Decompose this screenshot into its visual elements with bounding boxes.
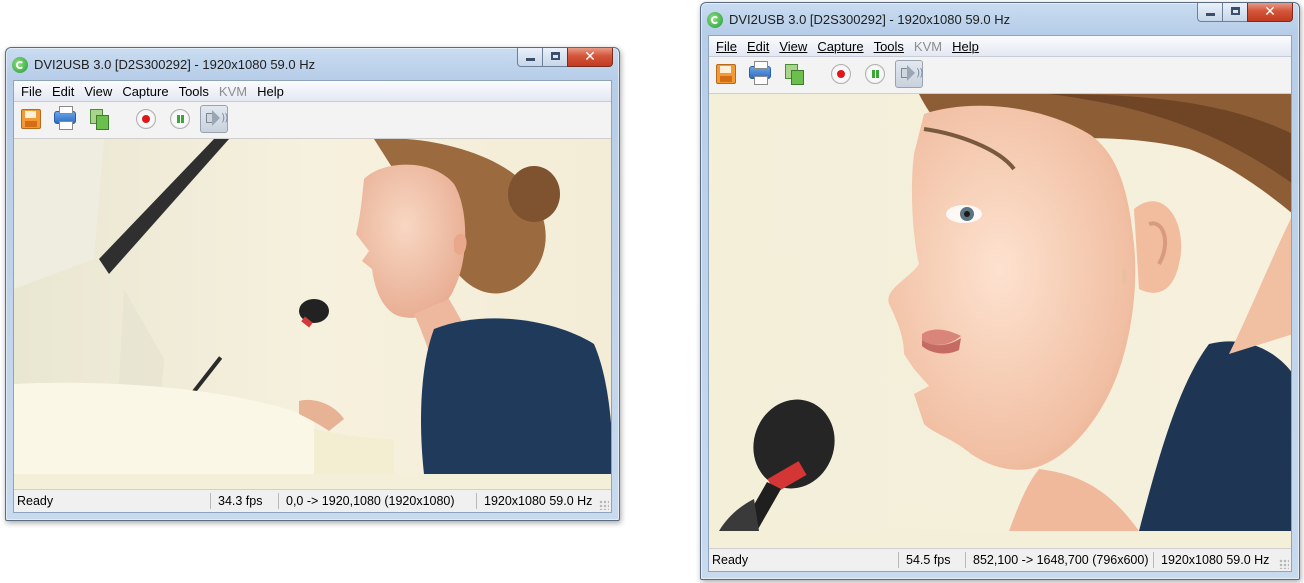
menu-bar: File Edit View Capture Tools KVM Help	[709, 36, 1291, 57]
minimize-icon	[526, 58, 535, 61]
status-text: Ready	[712, 553, 749, 567]
record-icon	[831, 64, 851, 84]
menu-kvm: KVM	[913, 38, 943, 54]
menu-tools[interactable]: Tools	[869, 39, 909, 54]
fps-readout: 34.3 fps	[210, 493, 278, 509]
maximize-icon	[1231, 7, 1240, 15]
print-icon	[54, 106, 76, 130]
window-title: DVI2USB 3.0 [D2S300292] - 1920x1080 59.0…	[34, 57, 316, 72]
captured-video-frame	[14, 139, 611, 474]
copy-button[interactable]	[780, 60, 808, 88]
print-icon	[749, 61, 771, 85]
print-button[interactable]	[746, 60, 774, 88]
resize-grip[interactable]	[1279, 559, 1289, 569]
resize-grip[interactable]	[599, 500, 609, 510]
close-button[interactable]: ✕	[1247, 3, 1293, 22]
menu-capture[interactable]: Capture	[117, 84, 173, 99]
maximize-button[interactable]	[542, 48, 568, 67]
maximize-button[interactable]	[1222, 3, 1248, 22]
menu-file[interactable]: File	[16, 84, 47, 99]
copy-icon	[785, 64, 804, 85]
status-bar: Ready 54.5 fps 852,100 -> 1648,700 (796x…	[709, 548, 1291, 571]
close-icon: ✕	[584, 49, 596, 65]
menu-help[interactable]: Help	[947, 39, 984, 54]
app-icon[interactable]	[707, 12, 723, 28]
record-button[interactable]	[827, 60, 855, 88]
minimize-icon	[1206, 13, 1215, 16]
save-icon	[716, 64, 736, 84]
menu-capture[interactable]: Capture	[812, 39, 868, 54]
app-icon[interactable]	[12, 57, 28, 73]
pause-button[interactable]	[166, 105, 194, 133]
capture-window-cropped: DVI2USB 3.0 [D2S300292] - 1920x1080 59.0…	[700, 2, 1300, 580]
status-bar: Ready 34.3 fps 0,0 -> 1920,1080 (1920x10…	[14, 489, 611, 512]
menu-tools[interactable]: Tools	[174, 84, 214, 99]
pause-icon	[170, 109, 190, 129]
audio-toggle-button[interactable]	[895, 60, 923, 88]
menu-view[interactable]: View	[774, 39, 812, 54]
title-bar[interactable]: DVI2USB 3.0 [D2S300292] - 1920x1080 59.0…	[707, 3, 1293, 35]
print-button[interactable]	[51, 105, 79, 133]
copy-icon	[90, 109, 109, 130]
pause-button[interactable]	[861, 60, 889, 88]
record-button[interactable]	[132, 105, 160, 133]
menu-help[interactable]: Help	[252, 84, 289, 99]
video-preview	[709, 94, 1291, 549]
close-button[interactable]: ✕	[567, 48, 613, 67]
minimize-button[interactable]	[517, 48, 543, 67]
capture-region-readout: 0,0 -> 1920,1080 (1920x1080)	[278, 493, 476, 509]
menu-view[interactable]: View	[79, 84, 117, 99]
minimize-button[interactable]	[1197, 3, 1223, 22]
video-mode-readout: 1920x1080 59.0 Hz	[476, 493, 606, 509]
save-button[interactable]	[712, 60, 740, 88]
fps-readout: 54.5 fps	[898, 552, 965, 568]
menu-edit[interactable]: Edit	[47, 84, 79, 99]
speaker-icon	[206, 110, 228, 126]
toolbar	[14, 102, 611, 139]
captured-video-frame	[709, 94, 1291, 531]
save-icon	[21, 109, 41, 129]
menu-edit[interactable]: Edit	[742, 39, 774, 54]
client-area: File Edit View Capture Tools KVM Help))…	[13, 80, 612, 513]
record-icon	[136, 109, 156, 129]
title-bar[interactable]: DVI2USB 3.0 [D2S300292] - 1920x1080 59.0…	[12, 48, 613, 80]
video-mode-readout: 1920x1080 59.0 Hz	[1153, 552, 1281, 568]
video-preview	[14, 139, 611, 490]
copy-button[interactable]	[85, 105, 113, 133]
status-text: Ready	[17, 494, 54, 508]
menu-bar: File Edit View Capture Tools KVM Help	[14, 81, 611, 102]
capture-window-full: DVI2USB 3.0 [D2S300292] - 1920x1080 59.0…	[5, 47, 620, 521]
audio-toggle-button[interactable]	[200, 105, 228, 133]
save-button[interactable]	[17, 105, 45, 133]
pause-icon	[865, 64, 885, 84]
window-title: DVI2USB 3.0 [D2S300292] - 1920x1080 59.0…	[729, 12, 1011, 27]
client-area: File Edit View Capture Tools KVM Help))…	[708, 35, 1292, 572]
close-icon: ✕	[1264, 4, 1276, 20]
menu-file[interactable]: File	[711, 39, 742, 54]
toolbar	[709, 57, 1291, 94]
maximize-icon	[551, 52, 560, 60]
capture-region-readout: 852,100 -> 1648,700 (796x600)	[965, 552, 1153, 568]
speaker-icon	[901, 65, 923, 81]
menu-kvm: KVM	[218, 83, 248, 99]
